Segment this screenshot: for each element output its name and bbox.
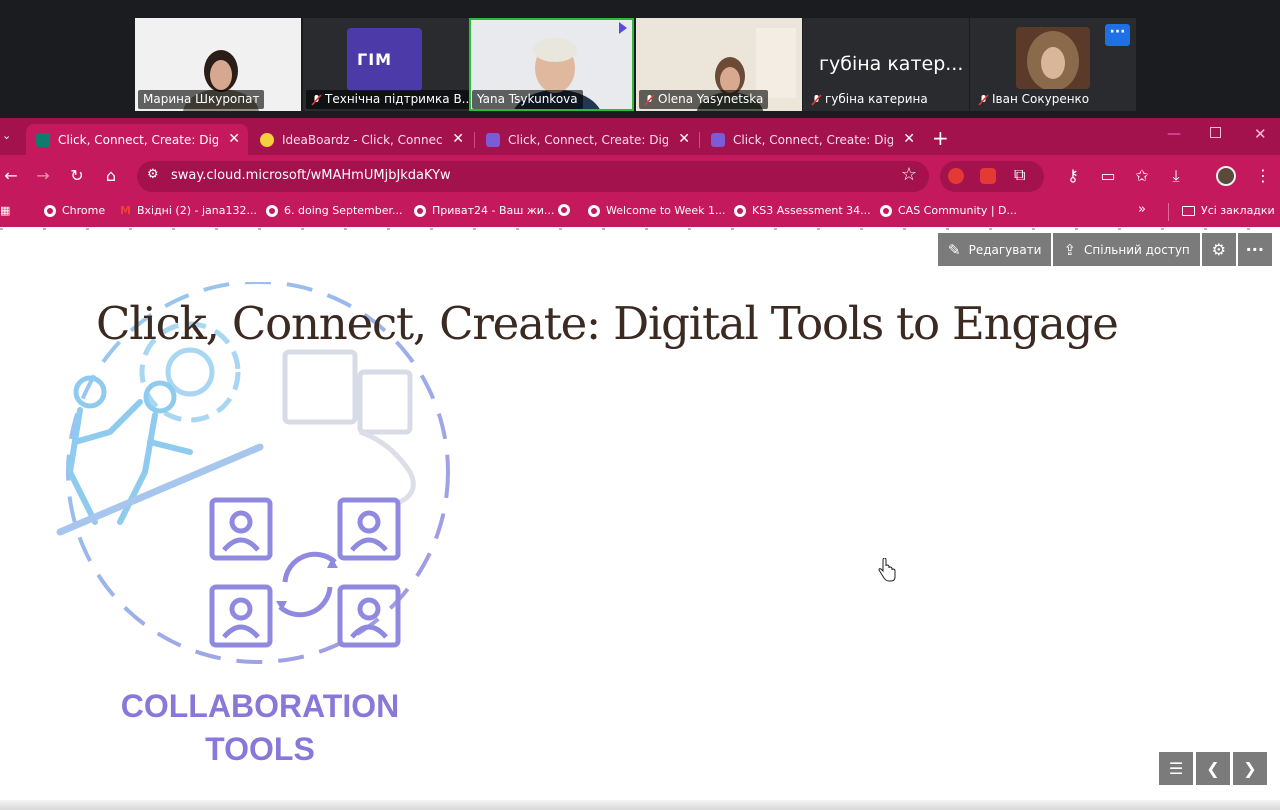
participant-name: Іван Сокуренко xyxy=(973,90,1094,109)
extensions-group: ⧉ xyxy=(940,161,1044,192)
chevron-left-icon: ❮ xyxy=(1206,759,1220,778)
close-icon[interactable]: ✕ xyxy=(228,131,240,147)
globe-icon xyxy=(414,204,426,217)
participant-tile-4[interactable]: Olena Yasynetska xyxy=(636,18,802,111)
bottom-edge xyxy=(0,800,1280,810)
sway-toolbar: ✎ Редагувати ⇪ Спільний доступ ⚙ ··· xyxy=(938,233,1272,266)
mic-muted-icon xyxy=(811,93,822,106)
gear-icon: ⚙ xyxy=(1211,240,1226,259)
password-key-icon[interactable]: ⚷ xyxy=(1062,165,1084,187)
address-bar[interactable]: ⚙ sway.cloud.microsoft/wMAHmUMjbJkdaKYw … xyxy=(137,161,929,192)
next-button[interactable]: ❯ xyxy=(1233,752,1267,785)
puzzle-icon[interactable]: ⧉ xyxy=(1014,165,1025,185)
all-bookmarks-folder[interactable]: Усі закладки xyxy=(1182,204,1275,217)
mic-muted-icon xyxy=(978,93,989,106)
folder-icon xyxy=(1182,205,1195,216)
forms-icon xyxy=(711,132,725,147)
page-title: Click, Connect, Create: Digital Tools to… xyxy=(96,297,1119,350)
globe-icon xyxy=(588,204,600,217)
close-icon[interactable]: ✕ xyxy=(452,131,464,147)
participant-name: Технічна підтримка В... xyxy=(306,90,469,109)
participant-name: Марина Шкуропат xyxy=(138,90,265,109)
bookmark-star-icon[interactable]: ☆ xyxy=(901,164,917,185)
bookmark-chrome[interactable]: Chrome xyxy=(44,204,105,217)
navigation-list-button[interactable]: ☰ xyxy=(1159,752,1193,785)
globe-icon xyxy=(558,204,570,216)
share-button[interactable]: ⇪ Спільний доступ xyxy=(1053,233,1200,266)
participant-tile-1[interactable]: Марина Шкуропат xyxy=(135,18,301,111)
ellipsis-icon: ··· xyxy=(1245,240,1264,259)
tab-sway-active[interactable]: Click, Connect, Create: Digital T ✕ xyxy=(26,124,248,155)
edit-button[interactable]: ✎ Редагувати xyxy=(938,233,1052,266)
back-icon[interactable]: ← xyxy=(0,165,22,187)
list-icon: ☰ xyxy=(1168,759,1184,778)
tab-forms-1[interactable]: Click, Connect, Create: Digital T ✕ xyxy=(476,124,698,155)
participant-name: Olena Yasynetska xyxy=(639,90,769,109)
mic-muted-icon xyxy=(311,93,322,106)
forms-icon xyxy=(486,132,500,147)
minimize-icon[interactable]: — xyxy=(1167,126,1181,142)
bookmark-ks3[interactable]: KS3 Assessment 34... xyxy=(734,204,871,217)
profile-avatar[interactable] xyxy=(1216,166,1236,186)
navigation-controls: ☰ ❮ ❯ xyxy=(1159,752,1267,785)
settings-button[interactable]: ⚙ xyxy=(1201,233,1236,266)
sway-canvas: ✎ Редагувати ⇪ Спільний доступ ⚙ ··· Cli… xyxy=(0,227,1280,810)
apps-grid-icon[interactable]: ▦ xyxy=(0,204,10,217)
bookmark-september[interactable]: 6. doing September... xyxy=(266,204,403,217)
extension-record-icon[interactable] xyxy=(980,168,996,184)
extension-hand-icon[interactable] xyxy=(948,168,964,184)
bookmark-separator-globe[interactable] xyxy=(558,204,570,216)
participant-tile-3[interactable]: Yana Tsykunkova xyxy=(469,18,634,111)
sway-icon xyxy=(36,132,50,147)
pencil-icon: ✎ xyxy=(948,240,961,259)
site-settings-icon[interactable]: ⚙ xyxy=(147,167,159,182)
tab-bar: ⌄ Click, Connect, Create: Digital T ✕ Id… xyxy=(0,118,1280,155)
share-icon: ⇪ xyxy=(1063,240,1077,259)
reload-icon[interactable]: ↻ xyxy=(66,165,88,187)
close-icon[interactable]: ✕ xyxy=(678,131,690,147)
bookmarks-overflow-icon[interactable]: » xyxy=(1138,202,1146,217)
tab-forms-2[interactable]: Click, Connect, Create: Digital T ✕ xyxy=(701,124,923,155)
window-close-icon[interactable]: ✕ xyxy=(1254,125,1267,143)
participant-avatar xyxy=(1016,27,1090,89)
video-strip: Марина Шкуропат ГІМ Технічна підтримка В… xyxy=(0,0,1280,118)
globe-icon xyxy=(266,204,278,217)
globe-icon xyxy=(44,204,56,217)
url-text[interactable]: sway.cloud.microsoft/wMAHmUMjbJkdaKYw xyxy=(171,168,451,183)
ellipsis-icon[interactable]: ··· xyxy=(1105,24,1130,46)
bookmark-cas[interactable]: CAS Community | D... xyxy=(880,204,1017,217)
favorites-icon[interactable]: ✩ xyxy=(1131,165,1153,187)
bookmark-privat24[interactable]: Приват24 - Ваш жи... xyxy=(414,204,554,217)
org-logo: ГІМ xyxy=(347,28,422,91)
more-options-button[interactable]: ··· xyxy=(1237,233,1272,266)
new-tab-button[interactable]: + xyxy=(932,126,949,150)
browser-toolbar: ← → ↻ ⌂ ⚙ sway.cloud.microsoft/wMAHmUMjb… xyxy=(0,155,1280,197)
participant-tile-5[interactable]: губіна катер... губіна катерина xyxy=(803,18,969,111)
close-icon[interactable]: ✕ xyxy=(903,131,915,147)
participant-name: губіна катерина xyxy=(806,90,933,109)
restore-icon[interactable] xyxy=(1210,127,1221,138)
globe-icon xyxy=(734,204,746,217)
chevron-right-icon: ❯ xyxy=(1243,759,1257,778)
payment-card-icon[interactable]: ▭ xyxy=(1097,165,1119,187)
participant-display-title: губіна катер... xyxy=(819,53,964,75)
home-icon[interactable]: ⌂ xyxy=(100,165,122,187)
participant-tile-2[interactable]: ГІМ Технічна підтримка В... xyxy=(303,18,469,111)
hand-cursor-icon xyxy=(878,558,896,582)
forward-icon[interactable]: → xyxy=(32,165,54,187)
illustration-caption: COLLABORATION TOOLS xyxy=(120,688,400,767)
previous-button[interactable]: ❮ xyxy=(1196,752,1230,785)
mic-muted-icon xyxy=(644,93,655,106)
kebab-menu-icon[interactable]: ⋮ xyxy=(1252,165,1274,187)
bookmarks-bar: ▦ Chrome M Вхідні (2) - jana132... 6. doi… xyxy=(0,197,1280,227)
download-icon[interactable]: ⤓ xyxy=(1165,165,1187,187)
tab-search-chevron-icon[interactable]: ⌄ xyxy=(2,129,11,142)
globe-icon xyxy=(880,204,892,217)
participant-name: Yana Tsykunkova xyxy=(472,90,583,109)
lightbulb-icon xyxy=(260,132,274,147)
gmail-icon: M xyxy=(120,204,131,217)
tab-ideaboardz[interactable]: IdeaBoardz - Click, Connect, Cr ✕ xyxy=(250,124,472,155)
bookmark-gmail[interactable]: M Вхідні (2) - jana132... xyxy=(120,204,257,217)
bookmark-week1[interactable]: Welcome to Week 1... xyxy=(588,204,725,217)
